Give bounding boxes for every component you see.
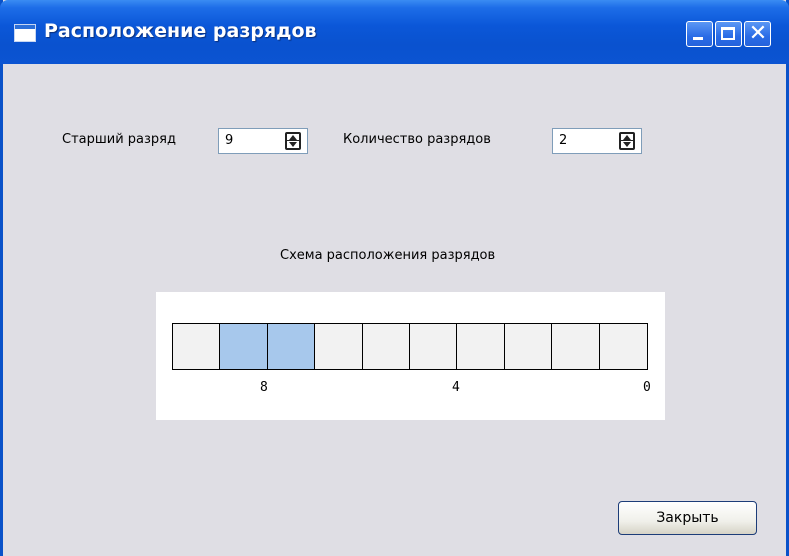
bit-scheme-panel: 8 4 0 <box>156 292 665 420</box>
bit-cell <box>409 324 458 369</box>
bit-cell <box>504 324 553 369</box>
senior-bit-spin-arrows-icon[interactable] <box>285 132 301 150</box>
bit-cell <box>267 324 316 369</box>
count-value[interactable]: 2 <box>559 133 567 148</box>
bit-cell <box>457 324 505 369</box>
minimize-button[interactable] <box>686 21 713 47</box>
count-spin-arrows-icon[interactable] <box>619 132 635 150</box>
senior-bit-spinbox[interactable]: 9 <box>218 128 308 154</box>
scheme-caption: Схема расположения разрядов <box>280 248 496 263</box>
bit-cell <box>315 324 363 369</box>
count-spinbox[interactable]: 2 <box>552 128 642 154</box>
bit-cell <box>599 324 647 369</box>
tick-label: 0 <box>643 380 651 395</box>
tick-label: 4 <box>452 380 460 395</box>
bit-cell <box>173 324 221 369</box>
count-label: Количество разрядов <box>343 132 491 147</box>
maximize-icon <box>721 27 735 40</box>
close-window-button[interactable]: ✕ <box>744 21 771 47</box>
close-button[interactable]: Закрыть <box>618 501 757 535</box>
bit-cell <box>552 324 600 369</box>
window-icon <box>14 24 36 42</box>
window-title: Расположение разрядов <box>44 20 317 42</box>
bit-cell <box>362 324 410 369</box>
senior-bit-value[interactable]: 9 <box>225 133 233 148</box>
minimize-icon <box>693 37 703 40</box>
app-window: Расположение разрядов ✕ Старший разряд 9… <box>0 0 789 556</box>
senior-bit-label: Старший разряд <box>62 132 176 147</box>
maximize-button[interactable] <box>715 21 742 47</box>
tick-label: 8 <box>260 380 268 395</box>
close-icon: ✕ <box>748 21 768 46</box>
bit-cell <box>220 324 268 369</box>
bit-cells <box>172 323 648 370</box>
title-bar[interactable]: Расположение разрядов ✕ <box>0 0 789 64</box>
